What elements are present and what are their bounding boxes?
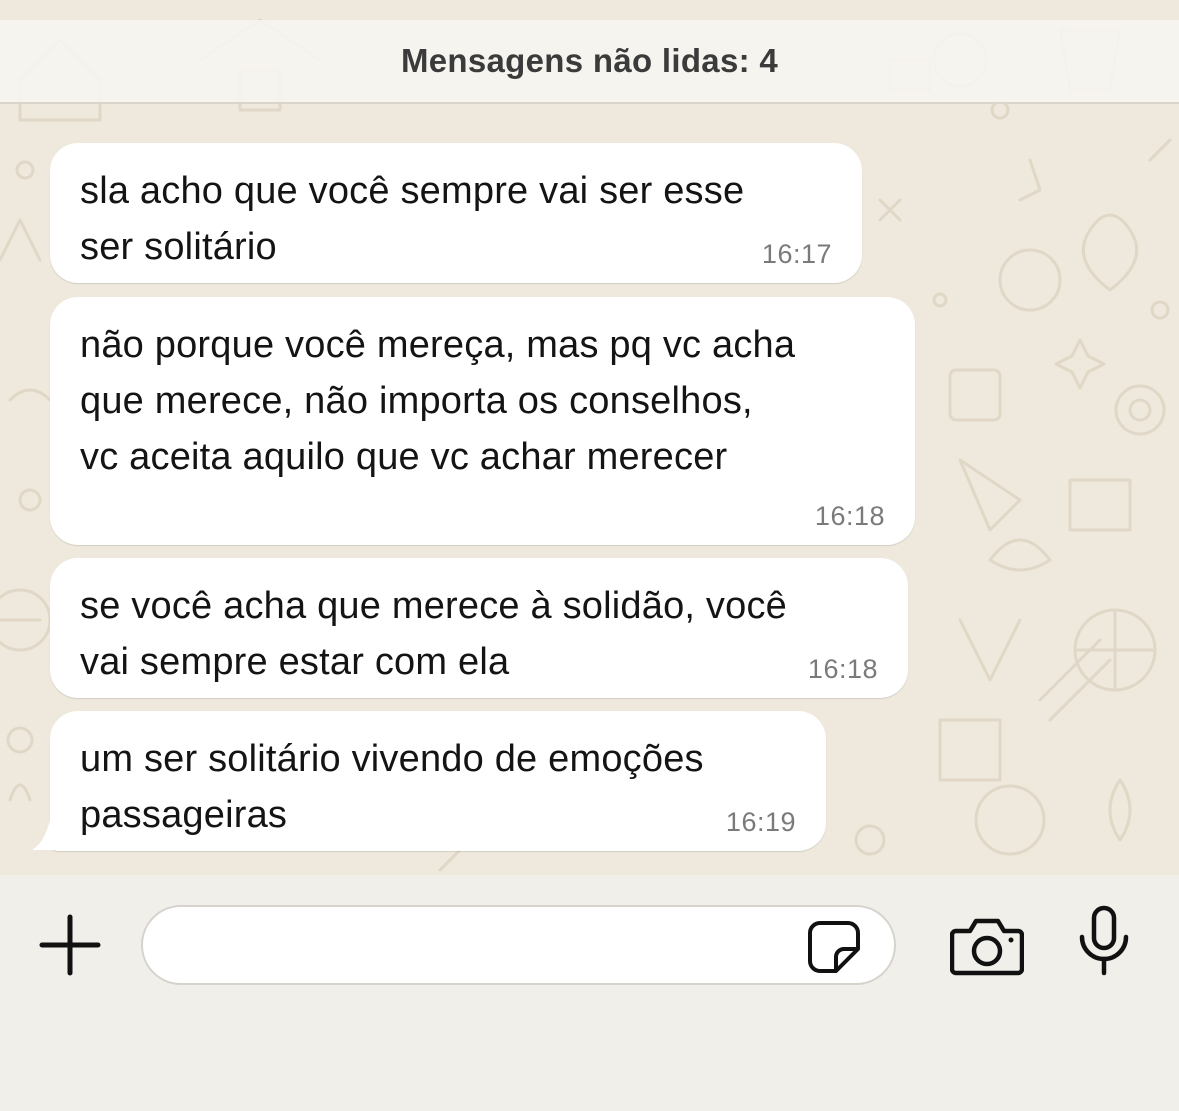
- microphone-icon[interactable]: [1076, 905, 1132, 977]
- message-text: sla acho que você sempre vai ser esse se…: [80, 170, 745, 268]
- message-tail: [32, 812, 54, 850]
- chat-area[interactable]: Mensagens não lidas: 4 sla acho que você…: [0, 0, 1179, 875]
- message-timestamp: 16:17: [761, 239, 832, 269]
- message-text: se você acha que merece à solidão, você …: [80, 585, 787, 683]
- message-timestamp: 16:19: [725, 807, 796, 837]
- message-input[interactable]: [141, 905, 896, 985]
- message-text: um ser solitário vivendo de emoções pass…: [80, 738, 704, 836]
- plus-icon[interactable]: [38, 913, 102, 977]
- sticker-icon[interactable]: [806, 919, 862, 975]
- message-composer: [0, 875, 1179, 1111]
- camera-icon[interactable]: [950, 915, 1024, 977]
- message-bubble[interactable]: um ser solitário vivendo de emoções pass…: [50, 711, 826, 851]
- message-bubble[interactable]: se você acha que merece à solidão, você …: [50, 558, 908, 698]
- unread-messages-banner: Mensagens não lidas: 4: [0, 20, 1179, 104]
- message-bubble[interactable]: sla acho que você sempre vai ser esse se…: [50, 143, 862, 283]
- unread-messages-label: Mensagens não lidas: 4: [400, 42, 779, 79]
- message-timestamp: 16:18: [807, 654, 878, 684]
- message-text: não porque você mereça, mas pq vc acha q…: [80, 324, 796, 478]
- message-timestamp: 16:18: [814, 501, 885, 531]
- message-bubble[interactable]: não porque você mereça, mas pq vc acha q…: [50, 297, 915, 545]
